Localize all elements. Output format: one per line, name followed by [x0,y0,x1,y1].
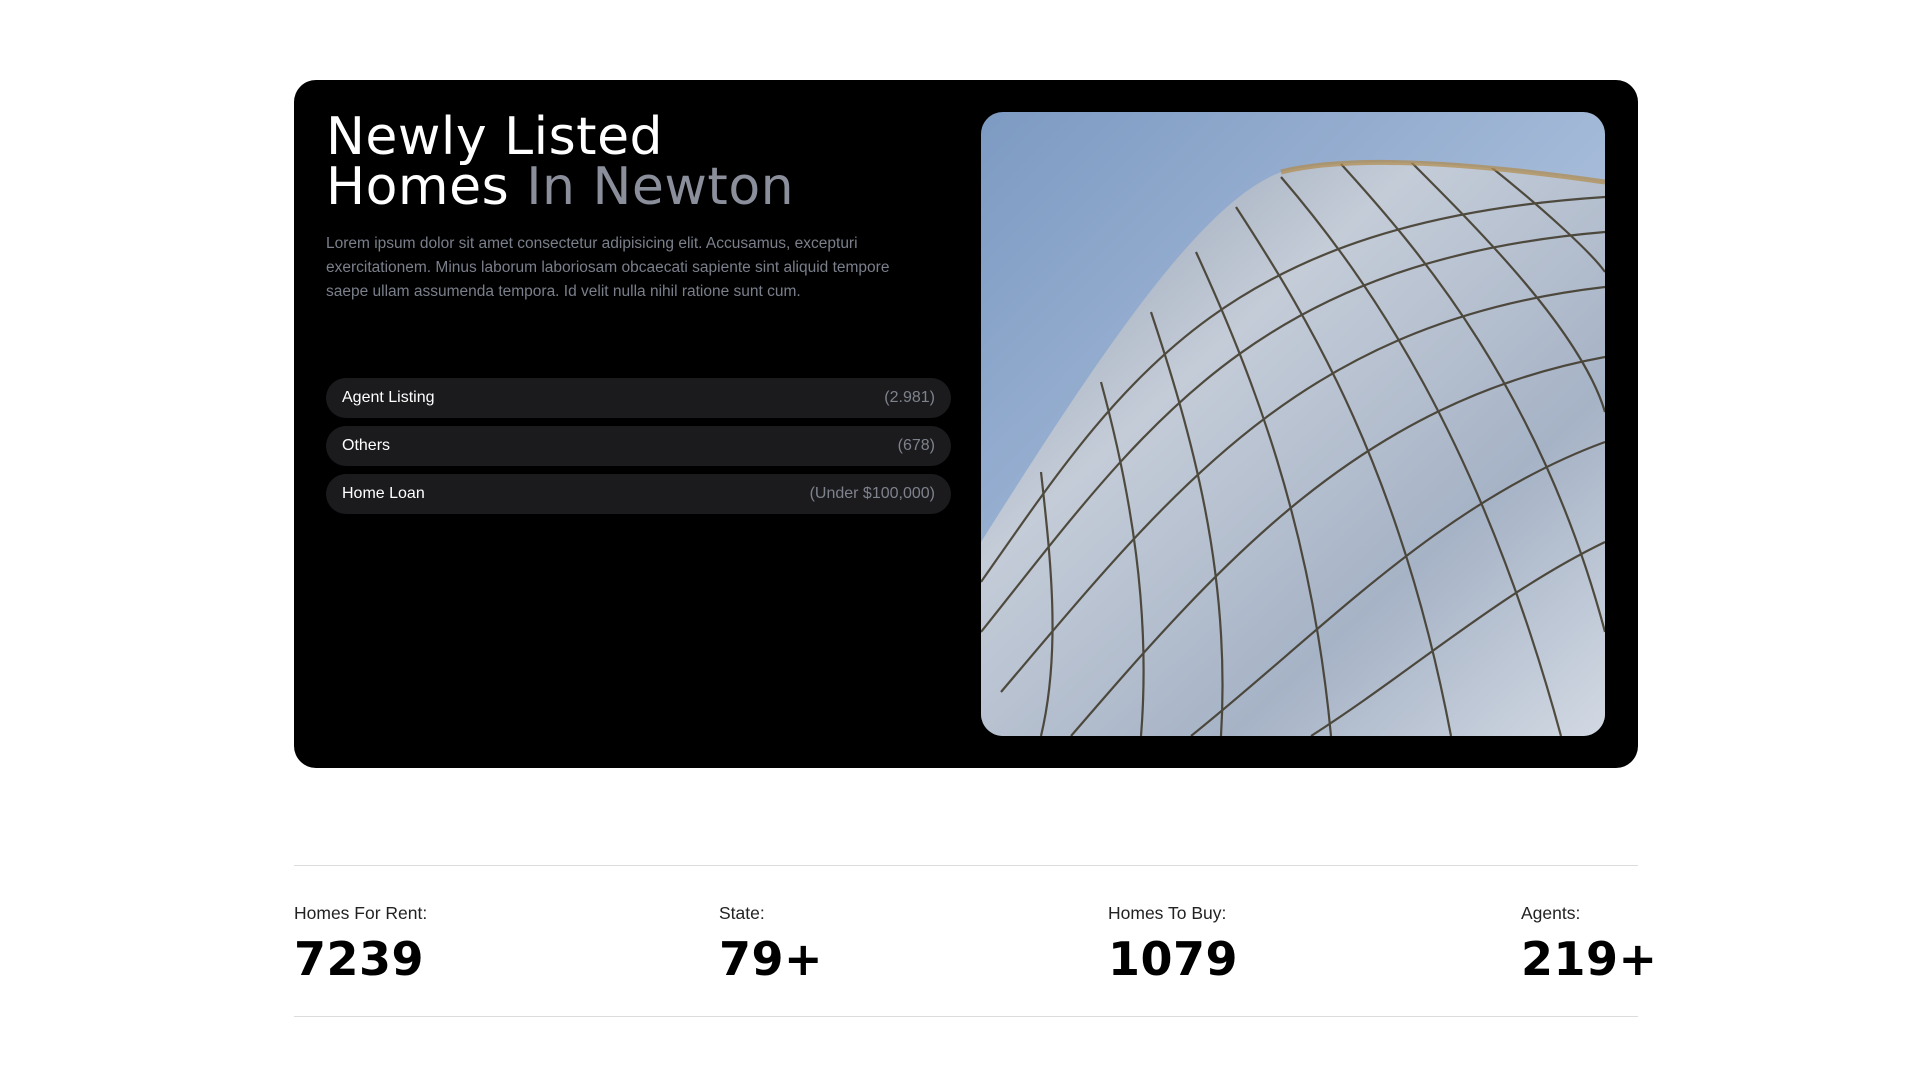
hero-title-line2: Homes [326,157,510,217]
stat-label: State: [719,903,765,923]
stat-label: Agents: [1521,903,1581,923]
category-label: Agent Listing [342,389,435,406]
category-count: (2.981) [884,389,935,406]
hero-title: Newly Listed Homes In Newton [326,111,951,213]
category-label: Home Loan [342,485,425,502]
stat-value: 219+ [1521,932,1658,986]
stat-label: Homes To Buy: [1108,903,1227,923]
stat-homes-for-rent: Homes For Rent: 7239 [294,902,427,986]
stat-value: 1079 [1108,932,1239,986]
glass-building-illustration [981,112,1605,736]
category-others[interactable]: Others (678) [326,426,951,466]
stats-top-divider [294,865,1638,866]
page: Newly Listed Homes In Newton Lorem ipsum… [0,0,1920,1080]
stat-agents: Agents: 219+ [1521,902,1658,986]
listing-categories: Agent Listing (2.981) Others (678) Home … [326,378,951,522]
building-photo [981,112,1605,736]
stat-state: State: 79+ [719,902,823,986]
stat-value: 79+ [719,932,824,986]
category-home-loan[interactable]: Home Loan (Under $100,000) [326,474,951,514]
stats-bottom-divider [294,1016,1638,1017]
stat-label: Homes For Rent: [294,903,428,923]
category-label: Others [342,437,391,454]
hero-title-accent: In Newton [526,157,795,217]
category-agent-listing[interactable]: Agent Listing (2.981) [326,378,951,418]
category-count: (678) [897,437,935,454]
hero-description: Lorem ipsum dolor sit amet consectetur a… [326,235,890,300]
stat-homes-to-buy: Homes To Buy: 1079 [1108,902,1238,986]
stat-value: 7239 [294,932,425,986]
category-count: (Under $100,000) [809,485,935,502]
hero-card: Newly Listed Homes In Newton Lorem ipsum… [294,80,1638,768]
hero-text: Newly Listed Homes In Newton Lorem ipsum… [326,111,951,304]
